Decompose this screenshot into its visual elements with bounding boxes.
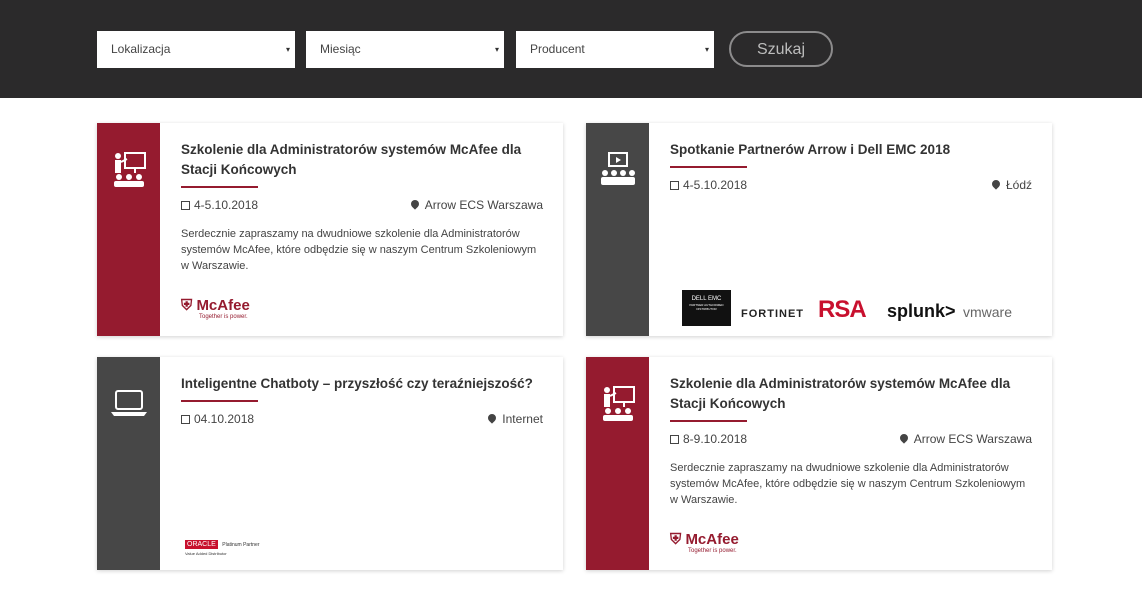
event-date-text: 4-5.10.2018 [194, 198, 259, 212]
location-select[interactable]: Lokalizacja ▾ [97, 31, 295, 68]
event-card[interactable]: Szkolenie dla Administratorów systemów M… [97, 123, 563, 336]
producer-select-label: Producent [530, 42, 585, 56]
event-card-side [586, 123, 649, 336]
event-card-body: Inteligentne Chatboty – przyszłość czy t… [181, 374, 543, 428]
event-location: Internet [486, 412, 543, 426]
chevron-down-icon: ▾ [494, 45, 499, 54]
title-divider [670, 166, 747, 168]
calendar-icon [670, 435, 679, 444]
event-date-text: 4-5.10.2018 [683, 178, 748, 192]
event-date: 4-5.10.2018 [670, 178, 747, 192]
event-meta: 4-5.10.2018 Łódź [670, 178, 1032, 194]
presentation-icon [114, 152, 146, 187]
chevron-down-icon: ▾ [704, 45, 709, 54]
mcafee-logo-text: ⛨ McAfee [670, 531, 739, 548]
shield-icon: ⛨ [670, 531, 682, 548]
search-button[interactable]: Szukaj [729, 31, 833, 67]
event-date-text: 8-9.10.2018 [683, 432, 748, 446]
event-title[interactable]: Spotkanie Partnerów Arrow i Dell EMC 201… [670, 140, 1032, 160]
location-pin-icon [486, 412, 498, 424]
event-meta: 04.10.2018 Internet [181, 412, 543, 428]
chevron-down-icon: ▾ [285, 45, 290, 54]
shield-icon: ⛨ [181, 297, 193, 314]
oracle-platinum-partner: Platinum Partner [222, 542, 260, 548]
event-card-side [586, 357, 649, 570]
event-card[interactable]: Inteligentne Chatboty – przyszłość czy t… [97, 357, 563, 570]
event-date-text: 04.10.2018 [194, 412, 255, 426]
calendar-icon [670, 181, 679, 190]
event-location-text: Internet [502, 412, 543, 426]
mcafee-logo-text: ⛨ McAfee [181, 297, 250, 314]
event-location-text: Arrow ECS Warszawa [913, 432, 1032, 446]
event-date: 4-5.10.2018 [181, 198, 258, 212]
event-location-text: Arrow ECS Warszawa [424, 198, 543, 212]
title-divider [181, 186, 258, 188]
title-divider [181, 400, 258, 402]
event-card-body: Spotkanie Partnerów Arrow i Dell EMC 201… [670, 140, 1032, 194]
oracle-vad: Value Added Distributor [185, 551, 227, 556]
event-date: 8-9.10.2018 [670, 432, 747, 446]
calendar-icon [181, 415, 190, 424]
event-card[interactable]: Szkolenie dla Administratorów systemów M… [586, 357, 1052, 570]
month-select[interactable]: Miesiąc ▾ [306, 31, 504, 68]
laptop-icon [111, 390, 147, 416]
event-meta: 8-9.10.2018 Arrow ECS Warszawa [670, 432, 1032, 448]
mcafee-tagline: Together is power. [688, 548, 737, 554]
vmware-logo: vmware [963, 304, 1013, 320]
event-card[interactable]: Spotkanie Partnerów Arrow i Dell EMC 201… [586, 123, 1052, 336]
mcafee-tagline: Together is power. [199, 314, 248, 320]
event-card-body: Szkolenie dla Administratorów systemów M… [670, 374, 1032, 508]
fortinet-logo: FORTINET [741, 308, 804, 320]
event-location-text: Łódź [1005, 178, 1032, 192]
event-date: 04.10.2018 [181, 412, 254, 426]
dell-emc-logo: DELL EMC PARTNER AUTHORIZED DISTRIBUTOR [682, 290, 731, 326]
event-location: Arrow ECS Warszawa [898, 432, 1032, 446]
event-description: Serdecznie zapraszamy na dwudniowe szkol… [181, 228, 537, 272]
event-card-body: Szkolenie dla Administratorów systemów M… [181, 140, 543, 274]
presentation-icon [603, 386, 635, 421]
location-pin-icon [898, 432, 910, 444]
partner-logos: DELL EMC PARTNER AUTHORIZED DISTRIBUTOR … [682, 290, 1032, 326]
calendar-icon [181, 201, 190, 210]
event-meta: 4-5.10.2018 Arrow ECS Warszawa [181, 198, 543, 214]
event-title[interactable]: Szkolenie dla Administratorów systemów M… [181, 140, 543, 180]
filter-bar: Lokalizacja ▾ Miesiąc ▾ Producent ▾ Szuk… [0, 0, 1142, 98]
event-location: Łódź [990, 178, 1032, 192]
oracle-logo: ORACLE Platinum Partner Value Added Dist… [185, 533, 260, 556]
location-select-label: Lokalizacja [111, 42, 171, 56]
event-location: Arrow ECS Warszawa [409, 198, 543, 212]
location-pin-icon [409, 198, 421, 210]
location-pin-icon [990, 178, 1002, 190]
event-card-side [97, 357, 160, 570]
event-title[interactable]: Inteligentne Chatboty – przyszłość czy t… [181, 374, 543, 394]
mcafee-logo: ⛨ McAfee Together is power. [181, 297, 250, 320]
event-description: Serdecznie zapraszamy na dwudniowe szkol… [670, 462, 1026, 506]
event-title[interactable]: Szkolenie dla Administratorów systemów M… [670, 374, 1032, 414]
title-divider [670, 420, 747, 422]
producer-select[interactable]: Producent ▾ [516, 31, 714, 68]
month-select-label: Miesiąc [320, 42, 361, 56]
video-audience-icon [601, 152, 635, 185]
mcafee-logo: ⛨ McAfee Together is power. [670, 531, 739, 554]
rsa-logo: RSA [818, 296, 867, 323]
oracle-logo-text: ORACLE [185, 540, 218, 549]
splunk-logo: splunk> [887, 301, 956, 321]
event-card-side [97, 123, 160, 336]
